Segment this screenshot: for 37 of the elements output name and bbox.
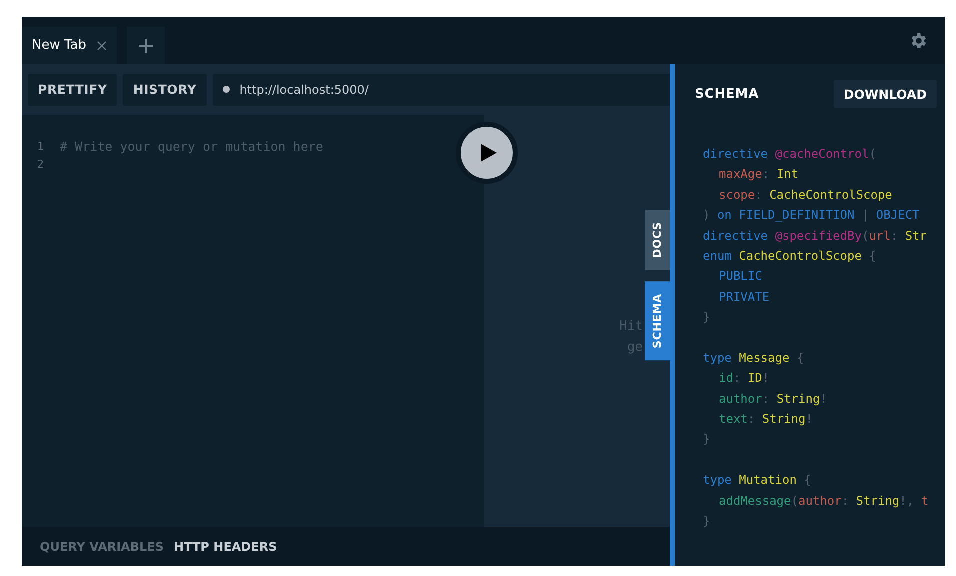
toolbar-button[interactable]: HISTORY <box>123 74 207 106</box>
code-line: enum CacheControlScope { <box>703 248 876 265</box>
code-line: id: ID! <box>718 370 770 388</box>
code-line: PUBLIC <box>718 268 762 286</box>
code-line: PRIVATE <box>718 288 770 306</box>
code-line: directive @specifiedBy(url: Str <box>703 228 928 245</box>
new-tab-button[interactable] <box>126 27 164 64</box>
tab-title: New Tab <box>32 38 86 53</box>
code-line: addMessage(author: String!, t <box>718 492 929 510</box>
play-icon <box>480 143 498 163</box>
query-tab[interactable]: New Tab <box>22 27 116 64</box>
code-comment: # Write your query or mutation here <box>60 138 324 154</box>
code-line: type Message { <box>703 350 804 367</box>
code-line: author: String! <box>718 390 828 408</box>
download-button[interactable]: DOWNLOAD <box>834 80 937 108</box>
panel-title: SCHEMA <box>695 86 760 102</box>
code-line: scope: CacheControlScope <box>718 186 892 204</box>
code-line: text: String! <box>718 411 813 428</box>
code-line: ) on FIELD_DEFINITION | OBJECT <box>703 207 920 224</box>
code-line: } <box>703 513 710 530</box>
side-tab[interactable]: DOCS <box>645 210 670 270</box>
code-line: } <box>703 309 710 326</box>
code-line: maxAge: Int <box>718 166 798 184</box>
code-line: directive @cacheControl( <box>703 146 876 163</box>
side-tab[interactable]: SCHEMA <box>645 282 670 361</box>
settings-icon <box>909 30 929 50</box>
plus-icon <box>138 38 154 54</box>
bottom-tab[interactable]: HTTP HEADERS <box>174 540 278 554</box>
code-line: } <box>703 431 710 448</box>
close-icon[interactable] <box>96 40 106 50</box>
settings-button[interactable] <box>909 30 929 50</box>
toolbar-button[interactable]: PRETTIFY <box>28 74 118 106</box>
line-number: 1 <box>36 140 44 152</box>
line-number: 2 <box>36 158 44 170</box>
endpoint-field[interactable]: http://localhost:5000/ <box>212 74 670 106</box>
code-line: type Mutation { <box>703 472 812 490</box>
status-dot <box>222 86 230 93</box>
